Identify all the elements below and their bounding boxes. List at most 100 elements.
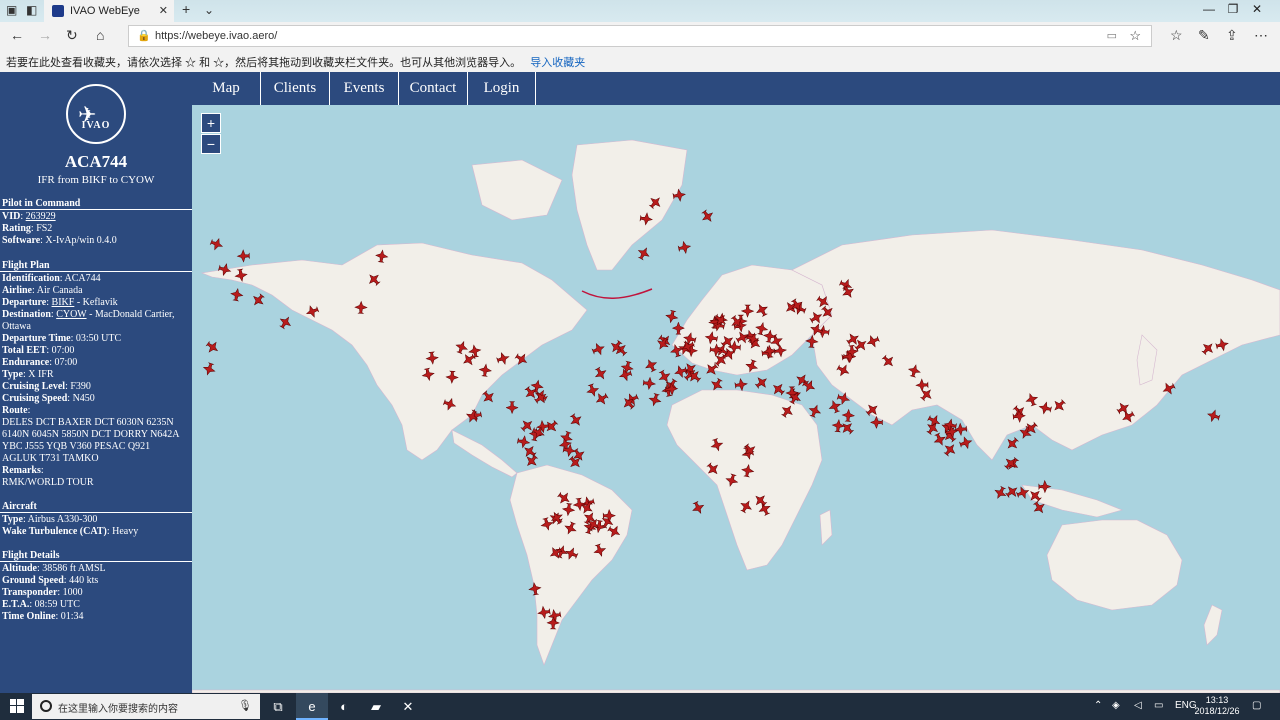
aircraft-marker-icon[interactable] [677,240,692,254]
ivao-logo: ✈ IVAO [66,84,126,144]
aircraft-marker-icon[interactable] [753,374,770,391]
online-row: Time Online: 01:34 [2,611,84,622]
aircraft-marker-icon[interactable] [209,236,225,252]
home-icon[interactable]: ⌂ [96,27,104,43]
departure-link[interactable]: BIKF [52,297,75,308]
file-explorer-icon[interactable]: ▰ [360,693,392,720]
tab-preview-icon[interactable]: ◧ [26,3,37,17]
aircraft-marker-icon[interactable] [1206,408,1221,423]
aircraft-marker-icon[interactable] [699,208,716,225]
show-hidden-icons[interactable]: ⌃ [1094,700,1102,711]
eta-value: 08:59 UTC [34,599,80,610]
indonesia [1021,484,1123,518]
aircraft-marker-icon[interactable] [648,392,663,407]
nav-map[interactable]: Map [192,72,261,105]
aircraft-marker-icon[interactable] [230,287,244,302]
aircraft-marker-icon[interactable] [643,357,659,373]
notifications-icon[interactable]: ▢ [1252,700,1261,711]
nav-events[interactable]: Events [330,72,399,105]
aircraft-marker-icon[interactable] [665,309,679,324]
aircraft-marker-icon[interactable] [568,412,585,429]
aircraft-marker-icon[interactable] [734,377,748,392]
favorite-star-icon[interactable]: ☆ [1129,28,1141,44]
aircraft-marker-icon[interactable] [690,500,706,516]
aircraft-marker-icon[interactable] [942,441,959,458]
aircraft-marker-icon[interactable] [831,419,845,433]
new-tab-icon[interactable]: + [182,1,190,17]
aircraft-marker-icon[interactable] [656,369,672,385]
network-icon[interactable]: ▭ [1154,700,1163,711]
aircraft-marker-icon[interactable] [992,485,1008,501]
aircraft-marker-icon[interactable] [236,249,250,263]
software-row: Software: X-IvAp/win 0.4.0 [2,235,117,246]
volume-icon[interactable]: ◁ [1134,700,1142,711]
aircraft-marker-icon[interactable] [505,401,519,415]
clock[interactable]: 13:13 2018/12/26 [1192,695,1242,717]
reading-view-icon[interactable]: ▭ [1107,29,1117,42]
import-favorites-link[interactable]: 导入收藏夹 [530,57,585,69]
tab-actions-icon[interactable]: ▣ [6,3,17,17]
aircraft-marker-icon[interactable] [202,362,217,377]
eta-label: E.T.A. [2,599,30,610]
back-icon[interactable]: ← [10,27,24,43]
aircraft-marker-icon[interactable] [1004,483,1021,500]
ac-type-row: Type: Airbus A330-300 [2,514,98,525]
close-tab-icon[interactable]: ✕ [159,4,168,17]
route-line: DELES DCT BAXER DCT 6030N 6235N [2,417,174,428]
taskbar-search[interactable]: 在这里输入你要搜索的内容 🎙 [32,694,260,719]
aircraft-marker-icon[interactable] [204,339,221,356]
central-america [451,429,518,478]
app-icon[interactable]: ◐ [328,693,360,720]
aircraft-marker-icon[interactable] [1004,435,1021,452]
details-section-title: Flight Details [0,550,192,562]
nav-contact[interactable]: Contact [399,72,468,105]
aircraft-marker-icon[interactable] [250,292,267,309]
app-x-icon[interactable]: ✕ [392,693,424,720]
nav-login[interactable]: Login [468,72,536,105]
level-value: F390 [70,381,91,392]
notes-icon[interactable]: ✎ [1198,27,1210,44]
windows-start-icon[interactable] [10,699,24,713]
aircraft-marker-icon[interactable] [839,420,856,437]
nav-clients[interactable]: Clients [261,72,330,105]
cortana-icon [40,700,52,712]
wake-value: Heavy [112,526,139,537]
more-icon[interactable]: ⋯ [1254,27,1268,44]
aircraft-marker-icon[interactable] [592,365,608,381]
aircraft-marker-icon[interactable] [636,245,652,261]
africa [666,389,823,571]
aircraft-marker-icon[interactable] [827,399,843,415]
address-bar[interactable]: 🔒 https://webeye.ivao.aero/ ▭ ☆ [128,25,1152,47]
microphone-icon[interactable]: 🎙 [238,699,252,712]
aircraft-marker-icon[interactable] [841,408,855,422]
security-icon[interactable]: ◈ [1112,700,1120,711]
rating-row: Rating: FS2 [2,223,53,234]
world-map[interactable]: + − [192,105,1280,693]
aircraft-marker-icon[interactable] [585,383,600,398]
aircraft-marker-icon[interactable] [516,435,531,449]
close-window-icon[interactable]: ✕ [1234,2,1280,16]
aircraft-marker-icon[interactable] [1002,455,1019,472]
tab-list-chevron-icon[interactable]: ⌄ [204,3,214,17]
aircraft-marker-icon[interactable] [591,341,607,357]
zoom-in-button[interactable]: + [201,113,221,133]
share-icon[interactable]: ⇪ [1226,27,1238,44]
aircraft-marker-icon[interactable] [642,376,657,391]
refresh-icon[interactable]: ↻ [66,27,78,44]
vid-link[interactable]: 263929 [26,211,56,222]
aircraft-marker-icon[interactable] [523,453,540,470]
edge-browser-icon[interactable]: e [296,693,328,720]
aircraft-marker-icon[interactable] [593,391,610,408]
zoom-out-button[interactable]: − [201,134,221,154]
forward-icon[interactable]: → [38,27,52,43]
destination-link[interactable]: CYOW [56,309,86,320]
departure-name: - Keflavik [76,297,118,308]
task-view-icon[interactable]: ⧉ [262,693,294,720]
route-row: Route: [2,405,31,416]
aircraft-marker-icon[interactable] [277,314,294,331]
favorites-icon[interactable]: ☆ [1170,27,1183,44]
tab-ivao-webeye[interactable]: IVAO WebEye ✕ [44,0,174,22]
level-label: Cruising Level [2,381,66,392]
dep-time-label: Departure Time [2,333,71,344]
aircraft-marker-icon[interactable] [958,435,973,450]
